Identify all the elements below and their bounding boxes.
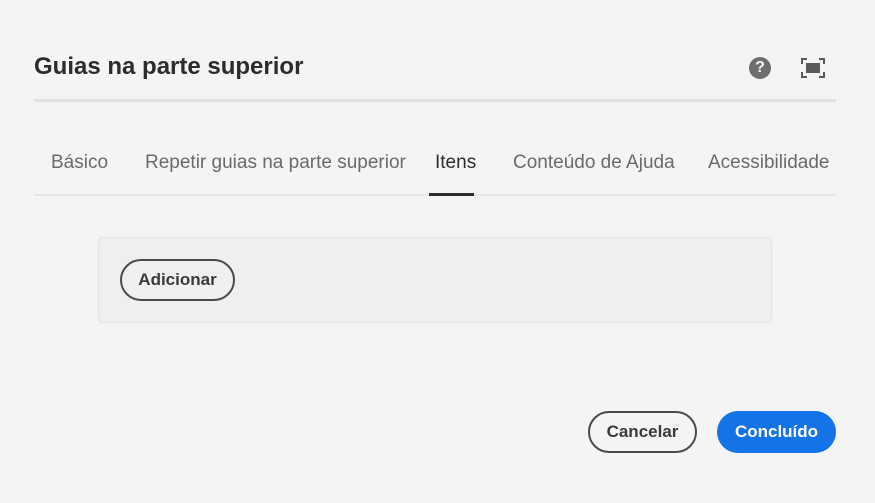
header-divider — [34, 99, 836, 102]
tab-itens[interactable]: Itens — [435, 152, 476, 174]
help-icon[interactable]: ? — [749, 57, 771, 79]
tab-acessibilidade[interactable]: Acessibilidade — [708, 152, 829, 174]
done-button[interactable]: Concluído — [717, 411, 836, 453]
dialog: Guias na parte superior ? Básico Repetir… — [0, 0, 875, 503]
fullscreen-icon[interactable] — [801, 58, 825, 78]
items-panel: Adicionar — [98, 237, 772, 323]
add-button[interactable]: Adicionar — [120, 259, 235, 301]
active-tab-indicator — [429, 193, 474, 196]
cancel-button[interactable]: Cancelar — [588, 411, 697, 453]
tab-repetir-guias[interactable]: Repetir guias na parte superior — [145, 152, 406, 174]
dialog-header: Guias na parte superior ? — [34, 45, 836, 91]
dialog-title: Guias na parte superior — [34, 53, 304, 80]
tab-conteudo-de-ajuda[interactable]: Conteúdo de Ajuda — [513, 152, 675, 174]
tab-basico[interactable]: Básico — [51, 152, 108, 174]
tab-bar: Básico Repetir guias na parte superior I… — [34, 140, 836, 196]
